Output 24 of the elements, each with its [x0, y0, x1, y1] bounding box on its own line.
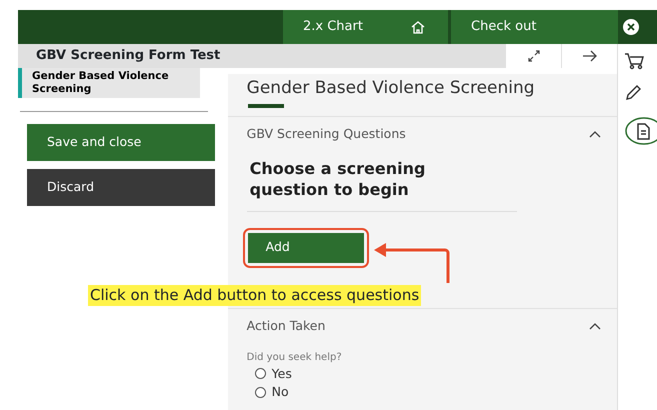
close-icon[interactable]: [622, 18, 640, 36]
radio-label: Yes: [272, 364, 292, 382]
discard-button[interactable]: Discard: [27, 168, 215, 206]
section-title: Action Taken: [246, 316, 326, 335]
radio-button[interactable]: [254, 387, 266, 398]
panel-title: Gender Based Violence Screening: [246, 77, 536, 100]
save-button[interactable]: Save and close: [27, 124, 215, 161]
cart-icon[interactable]: [624, 52, 644, 70]
annotation-text: Click on the Add button to access questions: [88, 285, 422, 306]
section-title: GBV Screening Questions: [246, 124, 406, 143]
sidebar-item[interactable]: Gender Based Violence Screening: [18, 68, 200, 98]
question-label: Did you seek help?: [246, 350, 343, 364]
radio-label: No: [272, 383, 289, 402]
header-tab[interactable]: Check out: [451, 10, 618, 44]
chevron-icon[interactable]: [589, 322, 601, 330]
pencil-icon[interactable]: [624, 84, 642, 102]
home-icon: [410, 20, 425, 34]
radio-button[interactable]: [254, 368, 266, 380]
header-tab[interactable]: 2.x Chart: [283, 10, 448, 44]
document-icon[interactable]: [624, 116, 657, 146]
section-heading: Choose a screening question to begin: [250, 158, 426, 201]
add-button[interactable]: Add: [248, 232, 364, 263]
form-title: GBV Screening Form Test: [18, 44, 505, 68]
chevron-icon[interactable]: [589, 130, 601, 138]
